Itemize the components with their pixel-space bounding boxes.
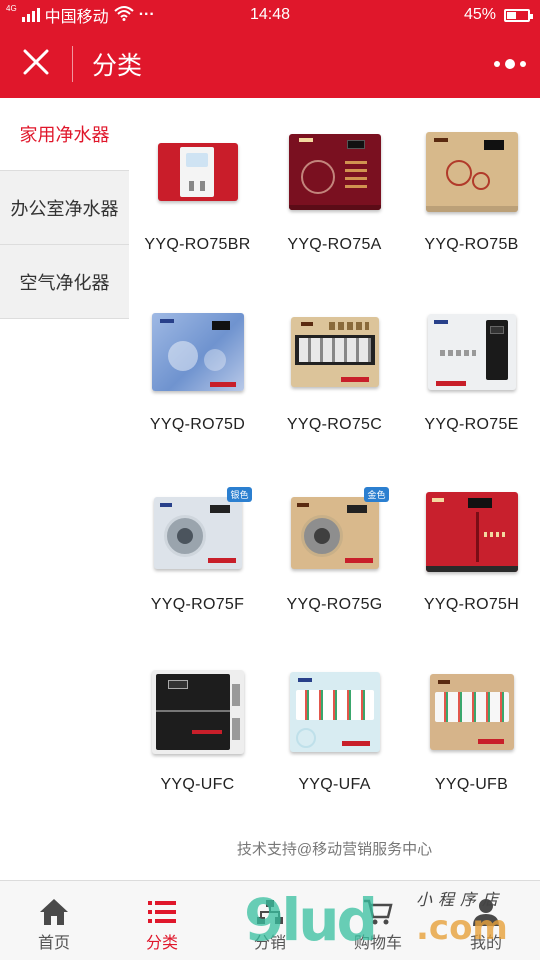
product-image <box>403 662 540 762</box>
product-card[interactable]: YYQ-RO75E <box>403 278 540 458</box>
product-name: YYQ-RO75G <box>286 596 383 613</box>
page-title: 分类 <box>92 52 143 80</box>
bottom-tab-bar: 首页 分类 分销 购物车 我的 <box>0 880 540 960</box>
sidebar-item-office-purifier[interactable]: 办公室净水器 <box>0 171 129 245</box>
title-bar: 分类 <box>0 30 540 98</box>
carrier-name: 中国移动 <box>44 9 109 26</box>
tab-category[interactable]: 分类 <box>108 881 216 960</box>
status-dots: ··· <box>138 6 155 23</box>
product-card[interactable]: YYQ-UFC <box>129 638 266 818</box>
status-bar: 4G 中国移动 ··· 14:48 45% <box>0 0 540 30</box>
wifi-icon <box>114 5 134 26</box>
sidebar-item-label: 空气净化器 <box>19 272 110 293</box>
product-name: YYQ-RO75C <box>286 416 383 433</box>
tab-label: 我的 <box>469 935 502 952</box>
product-name: YYQ-UFB <box>434 776 509 793</box>
close-icon <box>23 49 49 80</box>
product-image <box>266 662 403 762</box>
share-network-icon <box>255 895 285 929</box>
sidebar-item-home-purifier[interactable]: 家用净水器 <box>0 98 129 171</box>
more-button[interactable] <box>480 30 540 98</box>
tab-mine[interactable]: 我的 <box>432 881 540 960</box>
product-name: YYQ-RO75BR <box>144 236 251 253</box>
more-dot-icon <box>494 61 500 67</box>
cart-icon <box>362 895 394 929</box>
product-name: YYQ-RO75A <box>287 236 382 253</box>
tab-label: 首页 <box>37 935 70 952</box>
user-icon <box>471 895 501 929</box>
home-icon <box>38 895 70 929</box>
color-tag: 金色 <box>364 487 389 502</box>
sidebar-item-air-purifier[interactable]: 空气净化器 <box>0 245 129 319</box>
battery-icon <box>504 8 533 22</box>
product-name: YYQ-UFA <box>298 776 371 793</box>
product-image <box>403 302 540 402</box>
product-name: YYQ-RO75E <box>424 416 519 433</box>
more-dot-icon <box>520 61 526 67</box>
product-card[interactable]: YYQ-RO75B <box>403 98 540 278</box>
close-button[interactable] <box>0 30 72 98</box>
product-image: 银色 <box>129 482 266 582</box>
product-image <box>266 122 403 222</box>
product-image <box>403 482 540 582</box>
sidebar-item-label: 办公室净水器 <box>10 198 119 219</box>
network-badge: 4G <box>6 4 17 13</box>
product-card[interactable]: YYQ-RO75C <box>266 278 403 458</box>
product-image <box>129 302 266 402</box>
tab-cart[interactable]: 购物车 <box>324 881 432 960</box>
product-image <box>129 122 266 222</box>
product-card[interactable]: YYQ-UFB <box>403 638 540 818</box>
category-sidebar: 家用净水器 办公室净水器 空气净化器 <box>0 98 129 319</box>
product-name: YYQ-RO75H <box>423 596 520 613</box>
product-card[interactable]: YYQ-RO75A <box>266 98 403 278</box>
product-name: YYQ-RO75D <box>149 416 246 433</box>
tab-label: 分销 <box>253 935 286 952</box>
tech-support-note: 技术支持@移动营销服务中心 <box>236 841 433 858</box>
signal-icon <box>21 8 40 22</box>
battery-percent: 45% <box>463 6 496 23</box>
product-name: YYQ-RO75B <box>424 236 519 253</box>
product-image: 金色 <box>266 482 403 582</box>
tab-label: 分类 <box>145 935 178 952</box>
product-card[interactable]: 金色 YYQ-RO75G <box>266 458 403 638</box>
product-card[interactable]: 银色 YYQ-RO75F <box>129 458 266 638</box>
tab-label: 购物车 <box>353 935 402 952</box>
product-image <box>129 662 266 762</box>
product-image <box>266 302 403 402</box>
list-icon <box>146 895 178 929</box>
product-card[interactable]: YYQ-RO75H <box>403 458 540 638</box>
product-card[interactable]: YYQ-UFA <box>266 638 403 818</box>
product-name: YYQ-RO75F <box>150 596 245 613</box>
product-card[interactable]: YYQ-RO75D <box>129 278 266 458</box>
sidebar-item-label: 家用净水器 <box>19 125 110 145</box>
more-dot-icon <box>505 59 515 69</box>
product-name: YYQ-UFC <box>160 776 235 793</box>
color-tag: 银色 <box>227 487 252 502</box>
product-card[interactable]: YYQ-RO75BR <box>129 98 266 278</box>
title-divider <box>72 46 73 82</box>
product-image <box>403 122 540 222</box>
tab-home[interactable]: 首页 <box>0 881 108 960</box>
tab-distribution[interactable]: 分销 <box>216 881 324 960</box>
